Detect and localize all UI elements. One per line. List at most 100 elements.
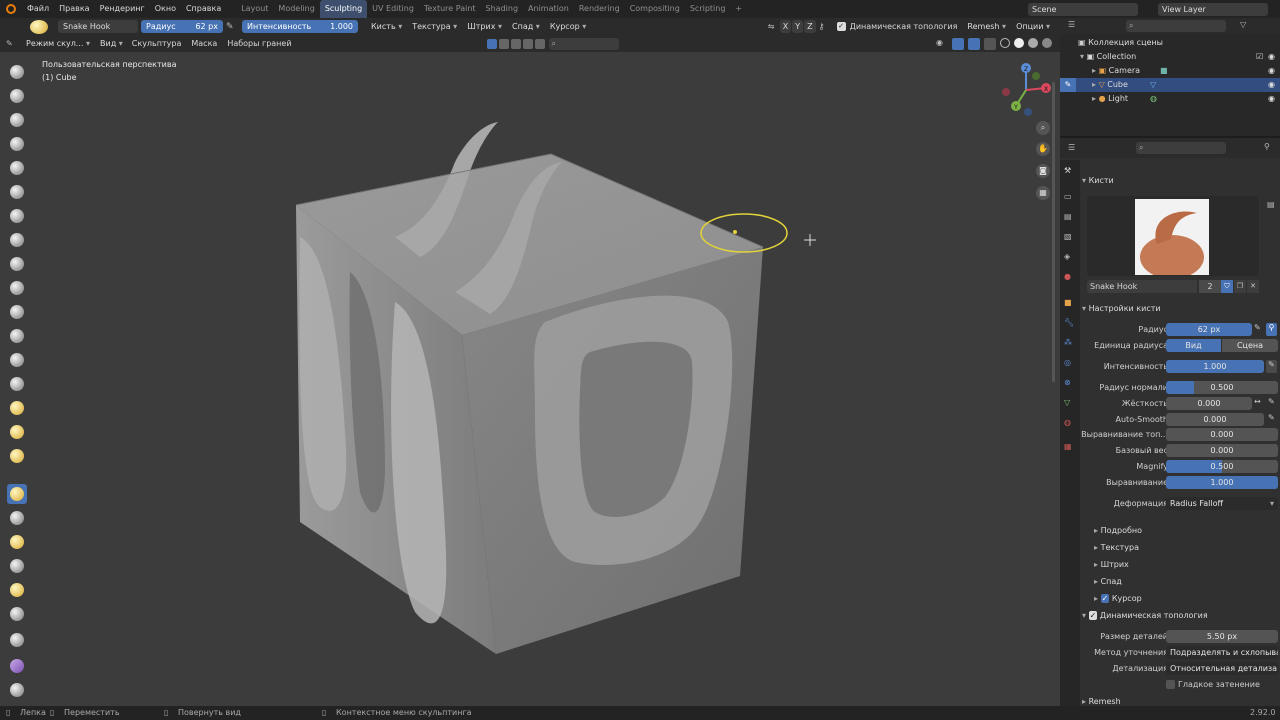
tab-animation[interactable]: Animation (523, 0, 574, 18)
blob-tool[interactable] (7, 230, 27, 250)
properties-editor-icon[interactable]: ☰ (1068, 143, 1075, 152)
tab-scene-icon[interactable]: ◈ (1064, 252, 1070, 261)
dyntopo-section-header[interactable]: ▾ ✓ Динамическая топология (1082, 608, 1278, 624)
line-icon[interactable] (510, 38, 521, 49)
pan-hand-icon[interactable]: ✋ (1036, 142, 1050, 156)
thumb-tool[interactable] (7, 508, 27, 528)
3d-viewport[interactable]: Пользовательская перспектива (1) Cube Z … (0, 52, 1060, 706)
outliner-item-light[interactable]: ▸ ● Light ◍ ◉ (1060, 92, 1280, 106)
box-select-icon[interactable] (486, 38, 497, 49)
symmetry-icon[interactable]: ⇋ (768, 22, 780, 31)
crease-tool[interactable] (7, 254, 27, 274)
hardness-field[interactable]: 0.000 (1166, 397, 1252, 410)
menu-mask[interactable]: Маска (186, 35, 222, 53)
menu-view[interactable]: Вид (96, 37, 125, 50)
visibility-eye-icon[interactable]: ◉ (1268, 64, 1275, 78)
axis-y-toggle[interactable]: Y (792, 20, 804, 33)
shading-solid-icon[interactable] (1014, 37, 1024, 48)
outliner-filter-icon[interactable]: ▽ (1240, 20, 1246, 29)
visibility-eye-icon[interactable]: ◉ (1268, 78, 1275, 92)
tab-object-icon[interactable]: ■ (1064, 298, 1072, 307)
flatten-tool[interactable] (7, 302, 27, 322)
brushes-section-header[interactable]: ▾ Кисти (1082, 173, 1278, 189)
duplicate-brush-icon[interactable]: ❐ (1234, 280, 1246, 293)
outliner-editor-icon[interactable]: ☰ (1068, 20, 1075, 29)
remesh-dropdown[interactable]: Remesh (963, 20, 1010, 33)
menu-sculpt[interactable]: Скульптура (127, 35, 187, 53)
radius-lock-icon[interactable]: ⚲ (1266, 323, 1277, 336)
exclude-checkbox-icon[interactable]: ☑ (1256, 50, 1263, 64)
mask-icon[interactable] (522, 38, 533, 49)
stroke-dropdown[interactable]: Штрих (463, 20, 506, 33)
tab-rendering[interactable]: Rendering (574, 0, 625, 18)
falloff-dropdown[interactable]: Спад (508, 20, 544, 33)
viewport-scrollbar[interactable] (1052, 82, 1055, 382)
transform-tool[interactable] (7, 680, 27, 700)
select-mode-icons[interactable] (486, 38, 545, 49)
dyntopo-checkbox[interactable]: ✓ (836, 22, 846, 31)
strength-prop-field[interactable]: 1.000 (1166, 360, 1264, 373)
draw-brush-tool[interactable] (7, 62, 27, 82)
subsection-falloff[interactable]: ▸ Спад (1094, 574, 1280, 590)
tab-shading[interactable]: Shading (481, 0, 524, 18)
axis-z-toggle[interactable]: Z (804, 20, 816, 33)
subsection-advanced[interactable]: ▸ Подробно (1094, 523, 1280, 539)
outliner-item-cube[interactable]: ▸ ▽ Cube ▽ ◉ (1060, 78, 1280, 92)
menu-window[interactable]: Окно (150, 0, 181, 18)
add-workspace-icon[interactable]: + (730, 0, 747, 18)
active-tool-icon[interactable]: ✎ (1060, 78, 1076, 92)
visibility-icon[interactable]: ◉ (936, 38, 948, 50)
axis-x-toggle[interactable]: X (779, 20, 792, 33)
smooth-tool[interactable] (7, 278, 27, 298)
smooth-shading-checkbox[interactable] (1166, 680, 1175, 689)
draw-sharp-tool[interactable] (7, 86, 27, 106)
tab-compositing[interactable]: Compositing (625, 0, 685, 18)
radius-unit-scene-option[interactable]: Сцена (1222, 339, 1278, 352)
lock-icon[interactable]: ⚷ (819, 22, 831, 31)
overlay-toggle-icon[interactable] (968, 37, 980, 50)
remesh-section-header[interactable]: ▸ Remesh (1082, 698, 1278, 706)
tab-physics-icon[interactable]: ◎ (1064, 358, 1071, 367)
tab-uv-editing[interactable]: UV Editing (367, 0, 419, 18)
deformation-dropdown[interactable]: Radius Falloff ▾ (1166, 497, 1278, 510)
visibility-eye-icon[interactable]: ◉ (1268, 50, 1275, 64)
texture-dropdown[interactable]: Текстура (408, 20, 461, 33)
radius-unit-view-option[interactable]: Вид (1166, 339, 1221, 352)
menu-render[interactable]: Рендеринг (95, 0, 150, 18)
pinch-tool[interactable] (7, 398, 27, 418)
menu-help[interactable]: Справка (181, 0, 226, 18)
clay-thumb-tool[interactable] (7, 158, 27, 178)
slide-relax-tool[interactable] (7, 604, 27, 624)
brush-name-field[interactable]: Snake Hook (58, 20, 138, 33)
menu-face-sets[interactable]: Наборы граней (222, 35, 296, 53)
tab-particles-icon[interactable]: ⁂ (1064, 338, 1072, 347)
view-layer-selector[interactable]: View Layer (1158, 2, 1268, 16)
snake-hook-tool[interactable] (7, 484, 27, 504)
grid-icon[interactable]: ▦ (1036, 186, 1050, 200)
brush-icon[interactable] (30, 19, 48, 34)
cursor-checkbox-icon[interactable]: ✓ (1100, 594, 1110, 603)
tab-tool-icon[interactable]: ⚒ (1064, 166, 1071, 175)
detailing-dropdown[interactable]: Относительная детализа... (1166, 662, 1278, 675)
fake-user-icon[interactable]: ⛉ (1221, 280, 1233, 293)
pressure-icon[interactable]: ✎ (226, 21, 238, 33)
radius-pressure-icon[interactable]: ✎ (1254, 323, 1264, 336)
tab-modifier-icon[interactable]: 🔧︎ (1064, 318, 1074, 327)
cursor-dropdown[interactable]: Курсор (546, 20, 590, 33)
layer-tool[interactable] (7, 182, 27, 202)
normal-radius-field[interactable]: 0.500 (1166, 381, 1278, 394)
multiplane-scrape-tool[interactable] (7, 374, 27, 394)
topology-rake-field[interactable]: 0.000 (1166, 428, 1278, 441)
outliner-item-camera[interactable]: ▸ ▣ Camera ■ ◉ (1060, 64, 1280, 78)
shading-wire-icon[interactable] (1000, 37, 1010, 48)
overlay-icons[interactable]: ◉ (936, 37, 1052, 50)
properties-search-input[interactable]: ⌕ (1136, 142, 1226, 154)
rake-field[interactable]: 1.000 (1166, 476, 1278, 489)
shading-material-icon[interactable] (1028, 37, 1038, 48)
gizmo-toggle-icon[interactable] (952, 37, 964, 50)
grab-tool[interactable] (7, 422, 27, 442)
outliner-item-collection[interactable]: ▾ ▣ Collection ☑ ◉ (1060, 50, 1280, 64)
magnify-field[interactable]: 0.500 (1166, 460, 1278, 473)
outliner-search-input[interactable]: ⌕ (1126, 20, 1226, 32)
unlink-brush-icon[interactable]: ✕ (1247, 280, 1259, 293)
